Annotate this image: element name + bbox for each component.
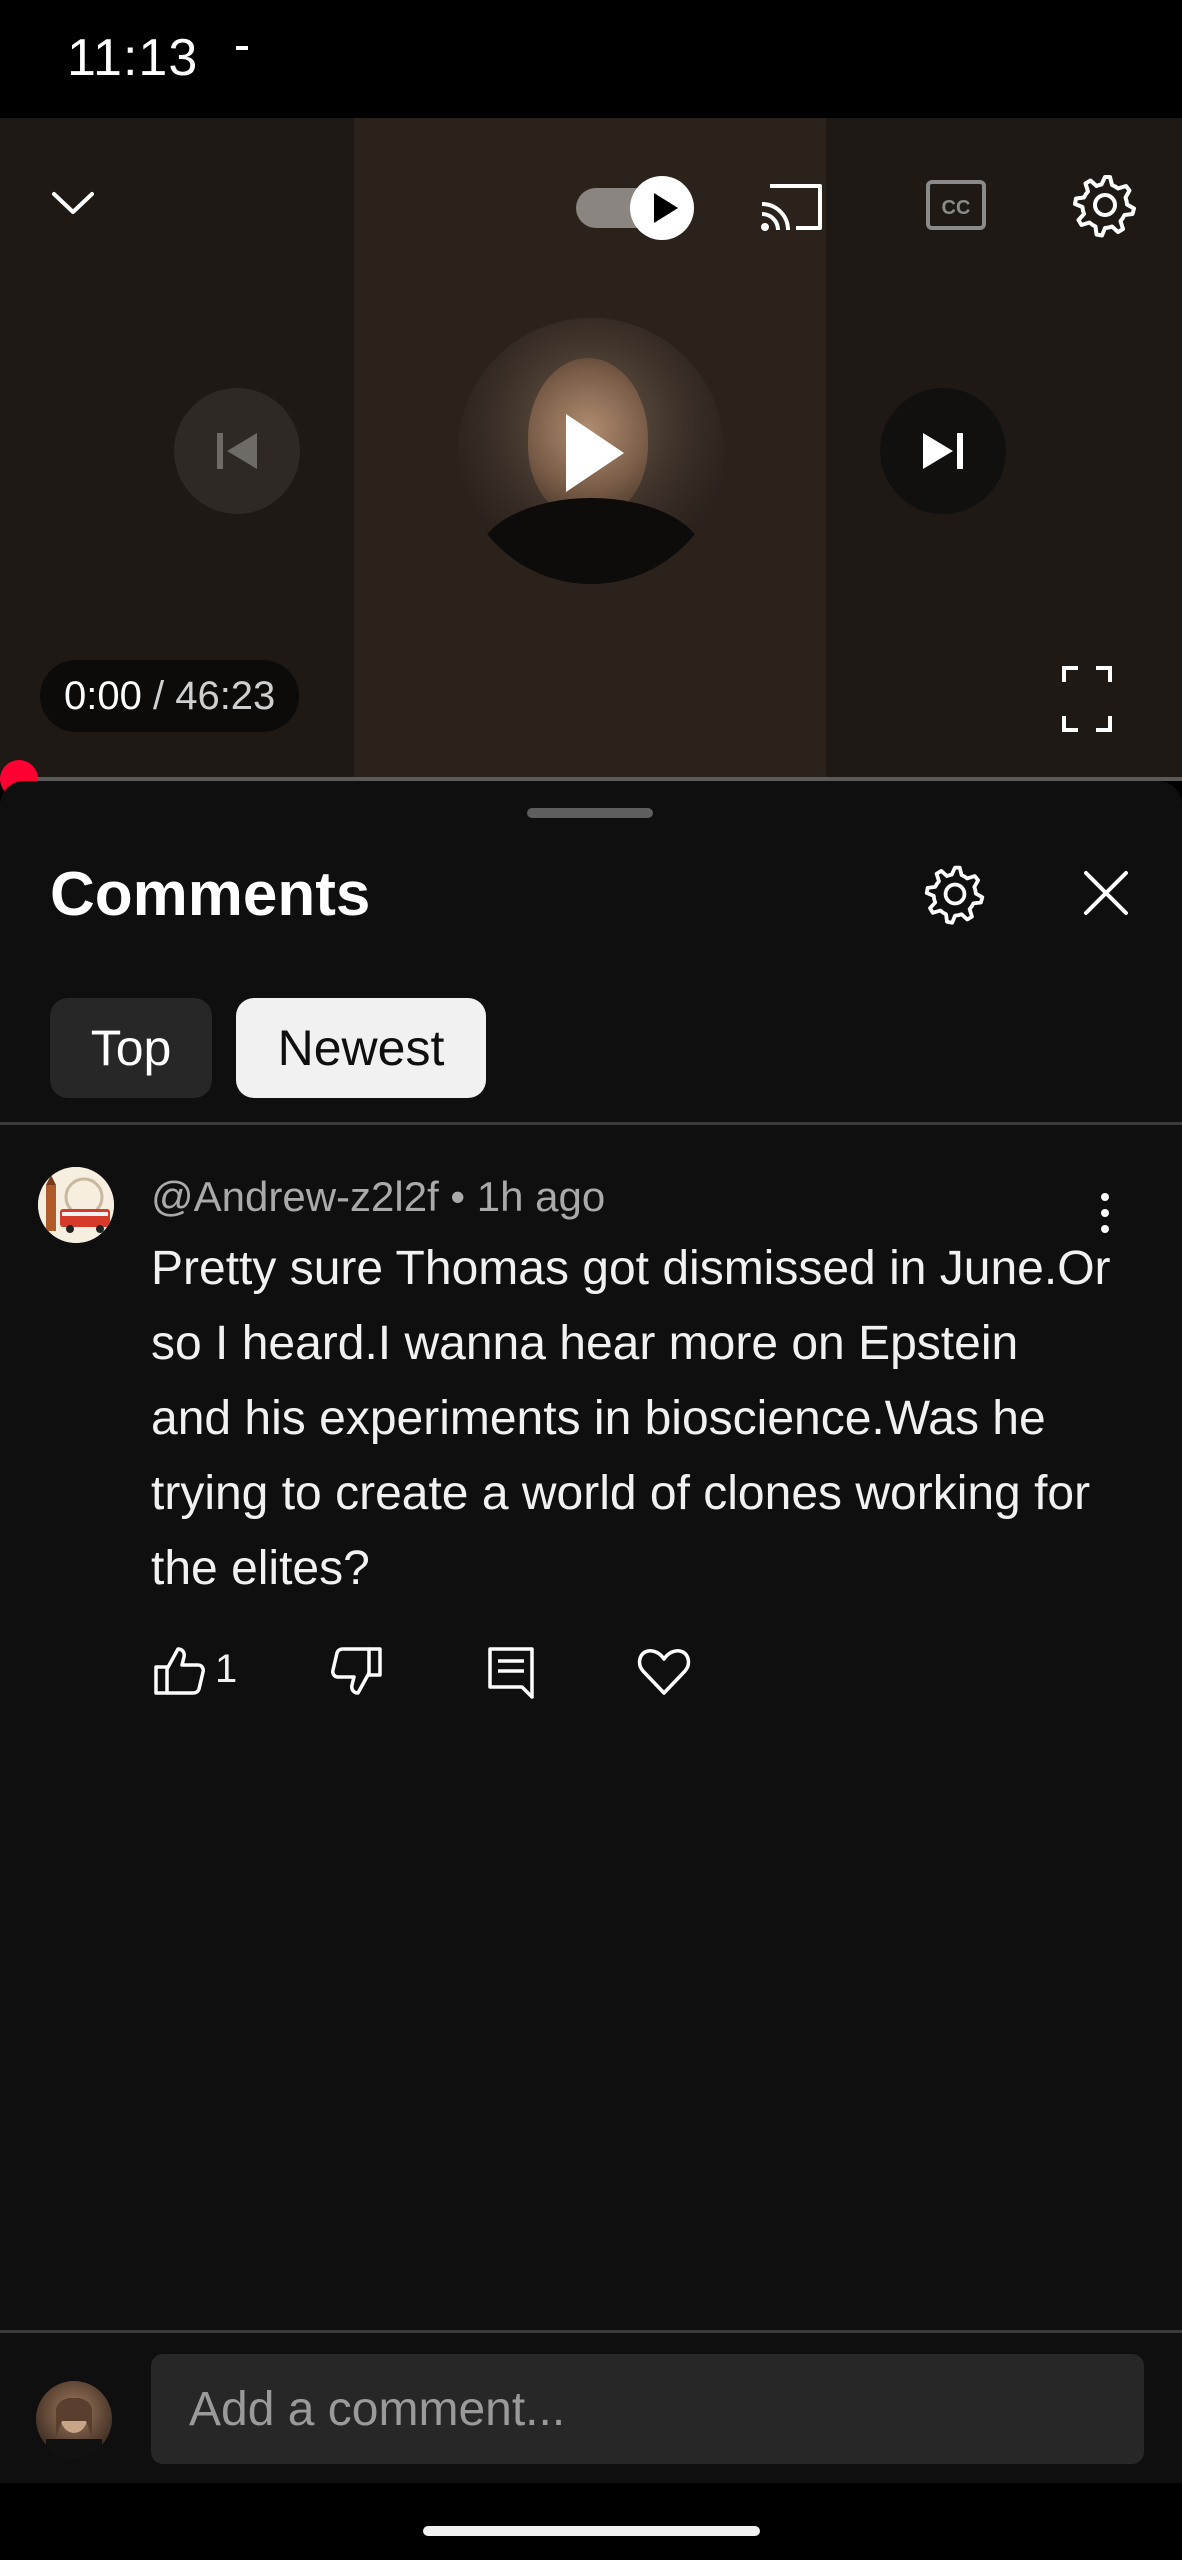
status-notification-icon	[236, 46, 248, 50]
autoplay-toggle-icon	[630, 176, 694, 240]
drag-handle[interactable]	[527, 808, 653, 818]
svg-text:CC: CC	[942, 197, 971, 219]
meta-separator: •	[438, 1173, 477, 1220]
avatar[interactable]	[38, 1167, 114, 1243]
close-button[interactable]	[1078, 865, 1134, 921]
like-button[interactable]	[150, 1641, 210, 1701]
duration: 46:23	[175, 673, 276, 718]
user-avatar	[36, 2381, 112, 2457]
next-button[interactable]	[880, 388, 1006, 514]
reply-button[interactable]	[482, 1641, 542, 1701]
cc-icon[interactable]: CC	[924, 174, 988, 238]
comment-meta: @Andrew-z2l2f • 1h ago	[151, 1173, 605, 1221]
comment-composer	[0, 2333, 1182, 2483]
comment-input[interactable]	[151, 2354, 1144, 2464]
thumbs-up-icon	[154, 1647, 205, 1695]
current-time: 0:00	[64, 673, 142, 718]
time-separator: /	[141, 673, 176, 718]
autoplay-toggle[interactable]	[576, 172, 694, 244]
comments-title: Comments	[50, 860, 371, 929]
like-count: 1	[215, 1647, 238, 1691]
status-time: 11:13	[67, 29, 199, 87]
comment-author[interactable]: @Andrew-z2l2f	[151, 1173, 439, 1220]
filter-chip-top[interactable]: Top	[50, 998, 212, 1098]
comment-text: Pretty sure Thomas got dismissed in June…	[151, 1242, 1111, 1595]
status-bar: 11:13	[0, 0, 1182, 118]
cast-icon[interactable]	[756, 174, 828, 238]
divider	[0, 1122, 1182, 1125]
comments-panel: Comments Top Newest @Andrew-z2l2f • 1h a…	[0, 781, 1182, 2481]
play-button[interactable]	[500, 378, 682, 528]
heart-button[interactable]	[634, 1641, 694, 1701]
skip-next-icon	[923, 433, 963, 469]
comment-time: 1h ago	[476, 1173, 606, 1220]
close-icon	[1084, 871, 1128, 915]
skip-previous-icon	[217, 433, 257, 469]
thumbs-down-icon	[331, 1647, 382, 1695]
navigation-bar	[0, 2483, 1182, 2560]
chevron-down-icon[interactable]	[48, 178, 98, 228]
video-player[interactable]: CC 0:00 / 46:23	[0, 118, 1182, 781]
home-indicator[interactable]	[423, 2526, 760, 2536]
gear-icon	[924, 865, 985, 925]
gear-icon[interactable]	[1070, 170, 1140, 240]
play-icon	[566, 414, 624, 492]
reply-icon	[488, 1647, 534, 1699]
fullscreen-icon[interactable]	[1060, 664, 1114, 734]
comments-settings-button[interactable]	[922, 861, 988, 927]
filter-chip-newest[interactable]: Newest	[236, 998, 486, 1098]
time-display: 0:00 / 46:23	[40, 660, 300, 732]
previous-button[interactable]	[174, 388, 300, 514]
heart-icon	[637, 1649, 691, 1695]
dislike-button[interactable]	[326, 1641, 386, 1701]
